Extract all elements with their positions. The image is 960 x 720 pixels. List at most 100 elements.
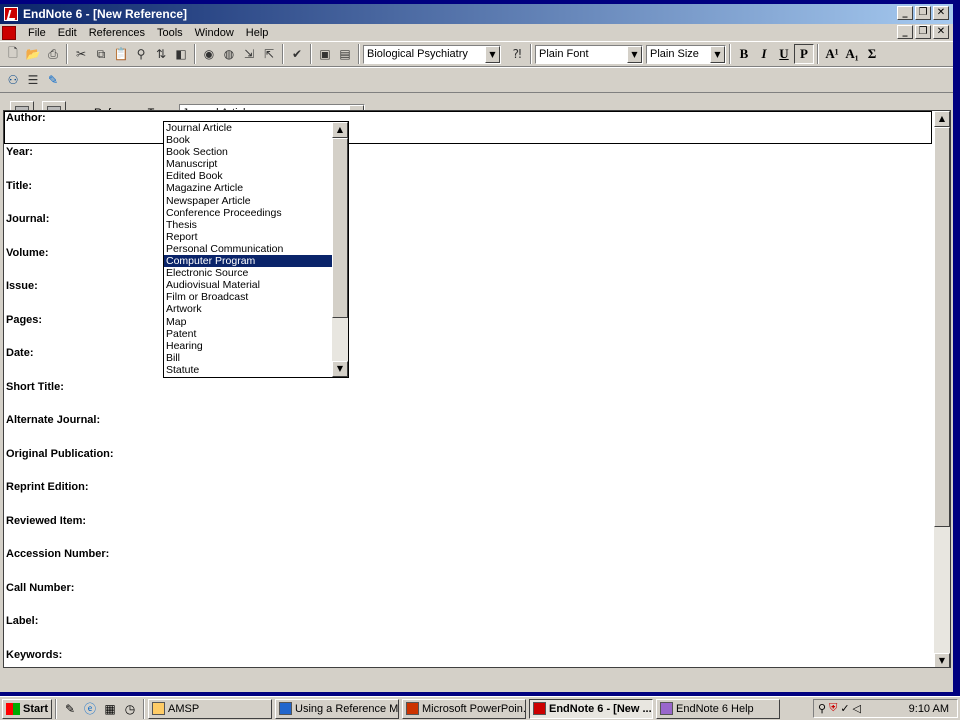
menu-help[interactable]: Help: [240, 27, 275, 39]
superscript-button[interactable]: A¹: [822, 44, 842, 64]
plain-button[interactable]: P: [794, 44, 814, 64]
field-reprint-edition[interactable]: Reprint Edition:: [6, 481, 89, 493]
menu-tools[interactable]: Tools: [151, 27, 189, 39]
dropdown-item[interactable]: Report: [164, 231, 332, 243]
dropdown-scroll-thumb[interactable]: [332, 138, 348, 318]
dropdown-item[interactable]: Edited Book: [164, 170, 332, 182]
endnote-app-icon[interactable]: [4, 7, 18, 21]
dropdown-item-selected[interactable]: Computer Program: [164, 255, 332, 268]
sort-icon[interactable]: ⇅: [151, 44, 171, 64]
dropdown-item[interactable]: Conference Proceedings: [164, 207, 332, 219]
symbol-button[interactable]: Σ: [862, 44, 882, 64]
dropdown-item[interactable]: Electronic Source: [164, 267, 332, 279]
field-call-number[interactable]: Call Number:: [6, 582, 74, 594]
minimize-button[interactable]: _: [897, 6, 913, 20]
field-title[interactable]: Title:: [6, 180, 32, 192]
task-endnote-active[interactable]: EndNote 6 - [New ...: [529, 698, 653, 719]
menu-references[interactable]: References: [83, 27, 151, 39]
chevron-down-icon[interactable]: ▼: [485, 45, 500, 63]
maximize-button[interactable]: ❐: [915, 6, 931, 20]
list-icon[interactable]: ☰: [23, 70, 43, 90]
chevron-down-icon[interactable]: ▼: [627, 45, 642, 63]
task-word-document[interactable]: Using a Reference M...: [275, 698, 399, 719]
author-input[interactable]: [4, 111, 932, 144]
task-powerpoint[interactable]: Microsoft PowerPoin...: [402, 698, 526, 719]
field-alternate-journal[interactable]: Alternate Journal:: [6, 414, 100, 426]
field-year[interactable]: Year:: [6, 146, 33, 158]
figure-icon[interactable]: ▤: [335, 44, 355, 64]
volume-icon[interactable]: ◁: [853, 702, 861, 715]
dropdown-item[interactable]: Artwork: [164, 303, 332, 315]
scroll-down-icon[interactable]: ▼: [332, 361, 348, 377]
tray-app-icon[interactable]: ✓: [840, 702, 849, 715]
menu-file[interactable]: File: [22, 27, 52, 39]
dropdown-item[interactable]: Personal Communication: [164, 243, 332, 255]
cut-icon[interactable]: ✂: [71, 44, 91, 64]
dropdown-item[interactable]: Statute: [164, 364, 332, 376]
document-icon[interactable]: [2, 25, 16, 40]
dropdown-item[interactable]: Book: [164, 134, 332, 146]
dropdown-item[interactable]: Magazine Article: [164, 182, 332, 194]
print-icon[interactable]: ⎙: [43, 44, 63, 64]
chevron-down-icon[interactable]: ▼: [710, 45, 725, 63]
paste-icon[interactable]: 📋: [111, 44, 131, 64]
output-style-select[interactable]: Biological Psychiatry ▼: [363, 44, 501, 64]
dropdown-item[interactable]: Thesis: [164, 219, 332, 231]
search-online-icon[interactable]: ◍: [219, 44, 239, 64]
edit-quicklaunch-icon[interactable]: ✎: [60, 700, 80, 718]
field-short-title[interactable]: Short Title:: [6, 381, 64, 393]
scroll-up-icon[interactable]: ▲: [332, 122, 348, 138]
dropdown-item[interactable]: Book Section: [164, 146, 332, 158]
task-amsp[interactable]: AMSP: [148, 698, 272, 719]
export-icon[interactable]: ⇱: [259, 44, 279, 64]
scroll-down-icon[interactable]: ▼: [934, 653, 950, 667]
field-reviewed-item[interactable]: Reviewed Item:: [6, 515, 86, 527]
dropdown-item[interactable]: Audiovisual Material: [164, 279, 332, 291]
form-scrollbar[interactable]: ▲ ▼: [934, 111, 950, 667]
underline-button[interactable]: U: [774, 44, 794, 64]
field-issue[interactable]: Issue:: [6, 280, 38, 292]
shield-icon[interactable]: ⛨: [829, 702, 837, 715]
context-help-icon[interactable]: ⁈: [507, 44, 527, 64]
dropdown-item[interactable]: Patent: [164, 328, 332, 340]
doc-minimize-button[interactable]: _: [897, 25, 913, 39]
copy-icon[interactable]: ⧉: [91, 44, 111, 64]
bold-button[interactable]: B: [734, 44, 754, 64]
menu-edit[interactable]: Edit: [52, 27, 83, 39]
eraser-icon[interactable]: ◧: [171, 44, 191, 64]
highlight-icon[interactable]: ✎: [43, 70, 63, 90]
media-icon[interactable]: ◷: [120, 700, 140, 718]
font-select[interactable]: Plain Font ▼: [535, 44, 643, 64]
dropdown-item[interactable]: Manuscript: [164, 158, 332, 170]
dropdown-item[interactable]: Hearing: [164, 340, 332, 352]
italic-button[interactable]: I: [754, 44, 774, 64]
size-select[interactable]: Plain Size ▼: [646, 44, 726, 64]
scroll-up-icon[interactable]: ▲: [934, 111, 950, 127]
network-icon[interactable]: ⚲: [818, 702, 826, 715]
reference-type-dropdown[interactable]: Journal Article Book Book Section Manusc…: [163, 121, 349, 378]
internet-explorer-icon[interactable]: ⓔ: [80, 700, 100, 718]
import-icon[interactable]: ⇲: [239, 44, 259, 64]
menu-window[interactable]: Window: [189, 27, 240, 39]
connect-icon[interactable]: ◉: [199, 44, 219, 64]
dropdown-item[interactable]: Journal Article: [164, 122, 332, 134]
field-keywords[interactable]: Keywords:: [6, 649, 62, 661]
task-endnote-help[interactable]: EndNote 6 Help: [656, 698, 780, 719]
scroll-thumb[interactable]: [934, 127, 950, 527]
subscript-button[interactable]: A₁: [842, 44, 862, 64]
dropdown-item[interactable]: Film or Broadcast: [164, 291, 332, 303]
close-button[interactable]: ✕: [933, 6, 949, 20]
start-button[interactable]: Start: [2, 698, 52, 719]
field-pages[interactable]: Pages:: [6, 314, 42, 326]
dropdown-item[interactable]: Bill: [164, 352, 332, 364]
image-icon[interactable]: ▣: [315, 44, 335, 64]
new-icon[interactable]: 🗋: [3, 44, 23, 64]
field-accession-number[interactable]: Accession Number:: [6, 548, 109, 560]
doc-close-button[interactable]: ✕: [933, 25, 949, 39]
field-original-publication[interactable]: Original Publication:: [6, 448, 114, 460]
field-date[interactable]: Date:: [6, 347, 34, 359]
dropdown-item[interactable]: Map: [164, 316, 332, 328]
spellcheck-icon[interactable]: ✔: [287, 44, 307, 64]
field-volume[interactable]: Volume:: [6, 247, 49, 259]
tree-icon[interactable]: ⚇: [3, 70, 23, 90]
